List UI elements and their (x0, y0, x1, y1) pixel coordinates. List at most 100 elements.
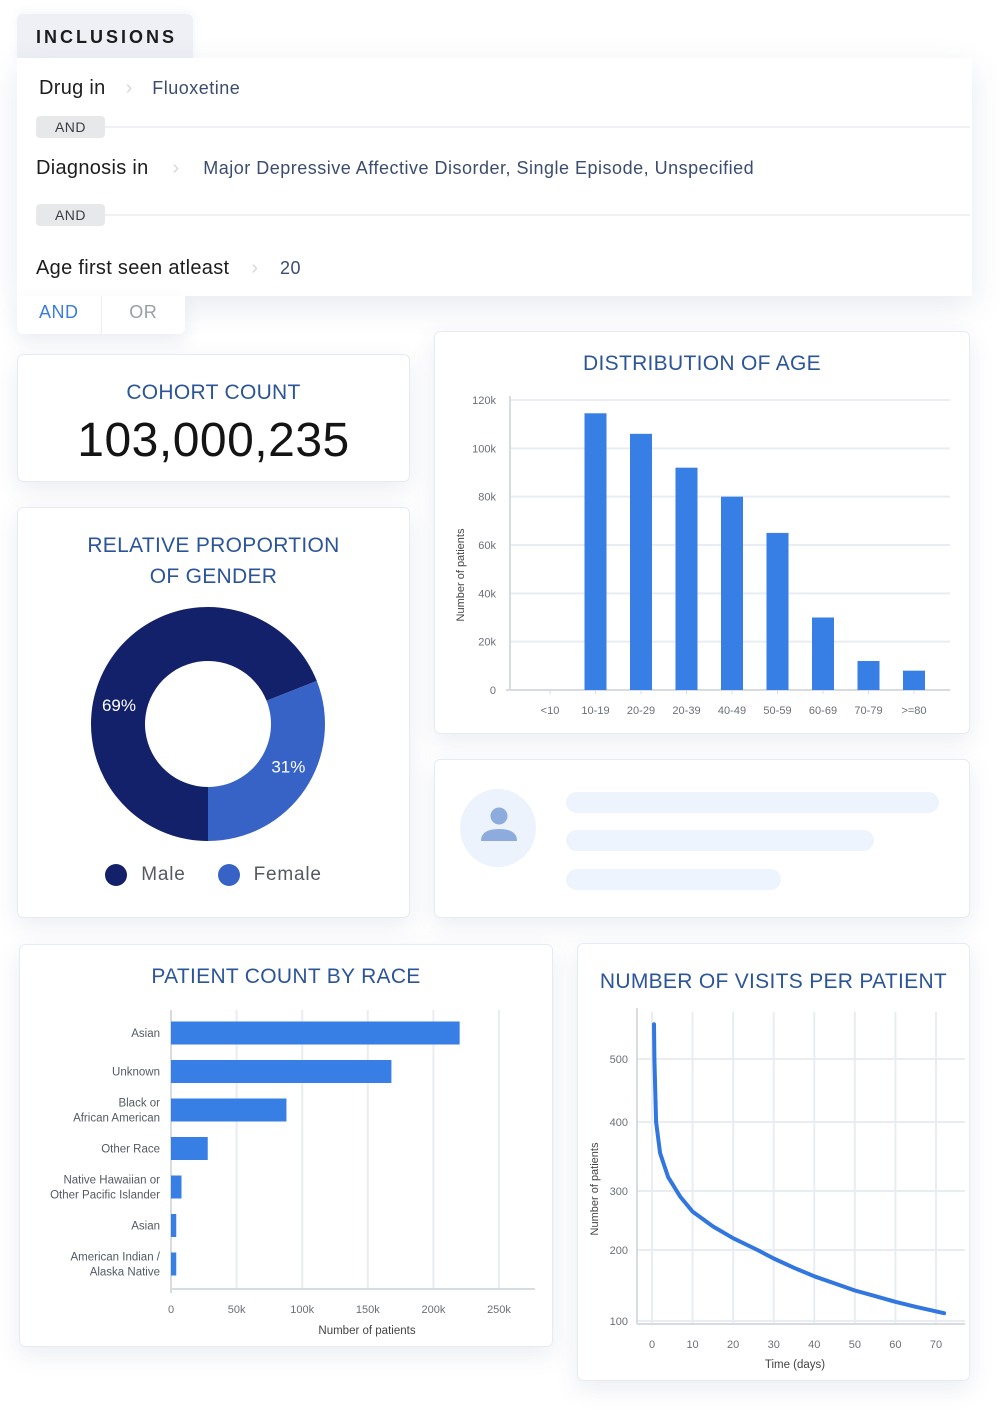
x-tick-label: >=80 (901, 705, 926, 717)
bar-20-29 (630, 433, 652, 690)
rule-value[interactable]: 20 (280, 258, 301, 279)
toggle-or[interactable]: OR (102, 296, 186, 334)
y-tick-label: Other Pacific Islander (50, 1190, 160, 1202)
x-tick-label: 20 (727, 1339, 739, 1351)
slice-label: 31% (271, 758, 305, 777)
inclusions-tab-label: INCLUSIONS (36, 27, 178, 47)
y-tick-label: Native Hawaiian or (63, 1175, 160, 1187)
y-tick-label: 200 (610, 1245, 628, 1257)
bar-50-59 (766, 532, 789, 690)
x-tick-label: 20-39 (672, 705, 700, 717)
x-tick-label: 60 (889, 1339, 901, 1351)
y-tick-label: Asian (131, 1028, 160, 1040)
x-tick-label: 200k (421, 1304, 445, 1316)
y-tick-label: Asian (131, 1221, 160, 1233)
y-tick-label: Other Race (101, 1144, 160, 1156)
x-tick-label: 70-79 (854, 705, 882, 717)
x-axis-label: Number of patients (318, 1325, 415, 1337)
visits-line-chart: 100 200 300 400 500 0 10 20 30 40 50 60 70 Number of … (589, 1008, 965, 1371)
legend-dot-male (105, 864, 128, 886)
toggle-and[interactable]: AND (17, 296, 102, 334)
x-tick-label: 50 (849, 1339, 861, 1351)
rule-drug[interactable]: Drug in › Fluoxetine (17, 68, 972, 108)
inclusions-panel: Drug in › Fluoxetine AND Diagnosis in › … (17, 58, 972, 296)
slice-label: 69% (102, 696, 136, 715)
x-tick-label: 70 (930, 1339, 942, 1351)
x-tick-label: 50-59 (763, 705, 791, 717)
y-tick-label: 40k (478, 588, 496, 600)
and-pill[interactable]: AND (36, 116, 105, 138)
skeleton-line (566, 792, 939, 813)
rule-label: Age first seen atleast (36, 256, 230, 279)
chevron-right-icon: › (125, 76, 133, 99)
race-card: PATIENT COUNT BY RACE 0 50k 100k 150k 200k 25… (19, 944, 553, 1347)
y-tick-label: 500 (610, 1054, 628, 1066)
y-tick-label: 60k (478, 540, 496, 552)
x-tick-label: 50k (228, 1304, 246, 1316)
logic-toggle: AND OR (17, 296, 185, 334)
x-tick-label: <10 (541, 705, 560, 717)
visits-card: NUMBER OF VISITS PER PATIENT 100 200 300 40… (577, 943, 970, 1381)
bar-0 (171, 1021, 460, 1045)
legend-item-female[interactable]: Female (217, 864, 322, 886)
rule-diagnosis[interactable]: Diagnosis in › Major Depressive Affectiv… (17, 148, 972, 188)
y-axis-label: Number of patients (589, 1142, 601, 1235)
visits-line (652, 1022, 947, 1316)
x-tick-label: 150k (356, 1304, 380, 1316)
x-tick-label: 60-69 (809, 705, 837, 717)
x-tick-label: 20-29 (627, 705, 655, 717)
x-tick-label: 0 (168, 1304, 174, 1316)
legend-item-male[interactable]: Male (105, 864, 185, 886)
chevron-right-icon: › (172, 156, 180, 179)
and-pill[interactable]: AND (36, 204, 105, 226)
x-axis-label: Time (days) (765, 1359, 825, 1371)
skeleton-line (566, 869, 781, 890)
bar-60-69 (812, 617, 834, 690)
gender-legend: Male Female (18, 864, 409, 886)
y-axis-label: Number of patients (455, 528, 467, 621)
age-bar-chart: 0 20k 40k 60k 80k 100k 120k Number of patients <… (455, 395, 950, 717)
cohort-count-card: COHORT COUNT 103,000,235 (17, 354, 410, 482)
bar-4 (171, 1175, 182, 1199)
x-tick-label: 30 (768, 1339, 780, 1351)
bar-20-39 (675, 467, 698, 690)
legend-dot-female (217, 864, 240, 886)
race-bar-chart: 0 50k 100k 150k 200k 250k Number of patients As… (50, 1010, 535, 1337)
x-tick-label: 100k (290, 1304, 314, 1316)
cohort-count-title: COHORT COUNT (126, 381, 301, 404)
chevron-right-icon: › (251, 256, 259, 279)
x-tick-label: 10-19 (581, 705, 609, 717)
and-separator: AND (36, 204, 970, 226)
y-tick-label: 400 (610, 1117, 628, 1129)
bar->=80 (903, 670, 925, 690)
profile-placeholder-card (434, 759, 970, 918)
y-tick-label: 120k (472, 395, 496, 407)
and-separator: AND (36, 116, 970, 138)
rule-value[interactable]: Fluoxetine (152, 78, 240, 99)
bar-6 (171, 1252, 177, 1276)
x-tick-label: 10 (686, 1339, 698, 1351)
inclusions-tab[interactable]: INCLUSIONS (17, 14, 193, 62)
skeleton-line (566, 830, 874, 851)
age-distribution-card: DISTRIBUTION OF AGE 0 20k 40k 60k 80k 100k 120… (434, 331, 970, 734)
y-tick-label: Black or (118, 1098, 160, 1110)
user-icon (481, 807, 517, 841)
cohort-count-value: 103,000,235 (77, 414, 350, 467)
y-tick-label: African American (73, 1113, 160, 1125)
rule-value[interactable]: Major Depressive Affective Disorder, Sin… (203, 158, 754, 179)
legend-label: Male (141, 864, 186, 885)
bar-1 (171, 1060, 392, 1083)
legend-label: Female (253, 864, 322, 885)
bar-40-49 (721, 496, 743, 690)
x-tick-label: 0 (649, 1339, 655, 1351)
y-tick-label: 80k (478, 492, 496, 504)
rule-age[interactable]: Age first seen atleast › 20 (17, 248, 972, 288)
y-tick-label: 20k (478, 637, 496, 649)
y-tick-label: 100 (610, 1316, 628, 1328)
avatar (460, 789, 536, 867)
divider (105, 214, 970, 216)
gender-card: RELATIVE PROPORTION OF GENDER 69% 31% Mal… (17, 507, 410, 918)
x-tick-label: 40 (808, 1339, 820, 1351)
y-tick-label: Unknown (112, 1067, 160, 1079)
bar-10-19 (584, 413, 607, 690)
